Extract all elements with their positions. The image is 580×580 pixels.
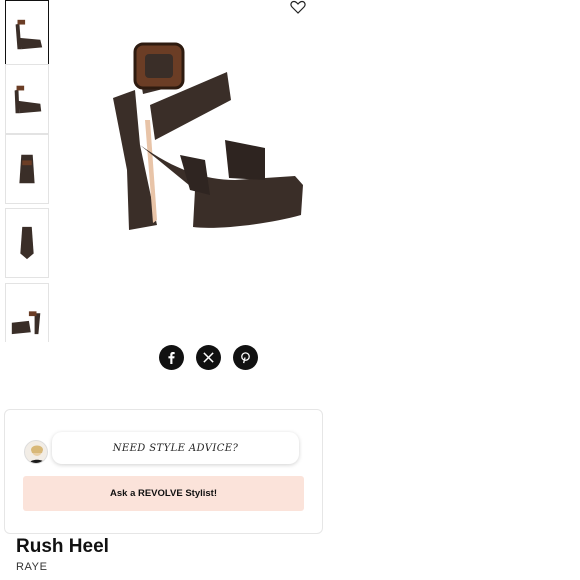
shoe-thumbnail-icon (19, 154, 35, 184)
pinterest-icon[interactable] (233, 345, 258, 370)
x-icon[interactable] (196, 345, 221, 370)
style-advice-text: NEED STYLE ADVICE? (112, 442, 239, 454)
thumbnail-2[interactable] (5, 64, 49, 134)
platform-heel-image (113, 42, 303, 230)
product-title: Rush Heel (16, 536, 109, 557)
product-brand-link[interactable]: RAYE (16, 561, 48, 573)
shoe-thumbnail-icon (15, 19, 43, 50)
thumbnail-3[interactable] (5, 134, 49, 204)
social-share (159, 345, 258, 370)
shoe-thumbnail-icon (11, 311, 41, 335)
stylist-avatar (24, 440, 48, 464)
main-product-image[interactable] (95, 20, 325, 260)
facebook-icon[interactable] (159, 345, 184, 370)
thumbnail-4[interactable] (5, 208, 49, 278)
style-advice-bubble: NEED STYLE ADVICE? (52, 432, 299, 464)
stylist-card: NEED STYLE ADVICE? Ask a REVOLVE Stylist… (4, 409, 323, 534)
thumbnail-gallery (5, 0, 49, 342)
wishlist-heart-icon[interactable] (290, 0, 306, 14)
shoe-thumbnail-icon (14, 85, 42, 114)
ask-stylist-button[interactable]: Ask a REVOLVE Stylist! (23, 476, 304, 511)
thumbnail-1[interactable] (5, 0, 49, 70)
shoe-thumbnail-icon (20, 226, 34, 260)
thumbnail-5[interactable] (5, 283, 49, 342)
